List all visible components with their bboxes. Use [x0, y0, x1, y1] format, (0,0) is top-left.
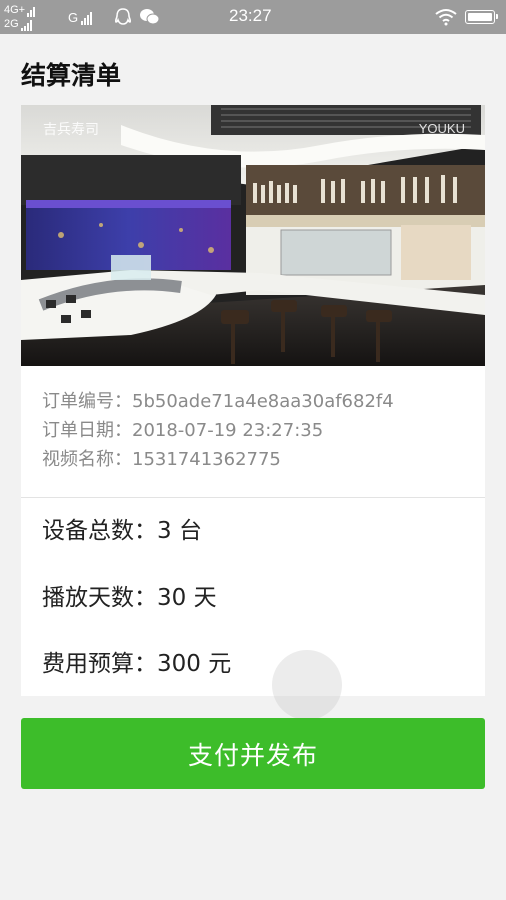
network-4g-label: 4G+ [4, 4, 26, 16]
page-title: 结算清单 [21, 61, 122, 90]
signal-icon [20, 20, 32, 31]
restaurant-scene-image [21, 105, 485, 366]
restaurant-logo: 吉兵寿司 [43, 122, 99, 138]
order-number: 订单编号：5b50ade71a4e8aa30af682f4 [42, 391, 394, 412]
touch-indicator [272, 650, 342, 720]
video-watermark: YOUKU [418, 121, 465, 136]
network-2g-label: 2G [4, 18, 19, 30]
wechat-icon [139, 7, 161, 31]
network-g-label: G [68, 10, 79, 25]
budget: 费用预算：300 元 [42, 651, 232, 677]
qq-icon [114, 7, 132, 31]
network-g-indicator: G [68, 10, 93, 25]
signal-icon [81, 12, 93, 25]
network-indicator: 4G+ 2G [4, 3, 36, 31]
order-summary-card: 设备总数：3 台 播放天数：30 天 费用预算：300 元 [21, 498, 485, 696]
order-date: 订单日期：2018-07-19 23:27:35 [42, 420, 324, 441]
pay-and-publish-button[interactable]: 支付并发布 [21, 718, 485, 789]
status-time: 23:27 [229, 6, 272, 25]
play-days: 播放天数：30 天 [42, 585, 217, 611]
order-info-card: 订单编号：5b50ade71a4e8aa30af682f4 订单日期：2018-… [21, 366, 485, 498]
wifi-icon [435, 8, 457, 30]
video-name: 视频名称：1531741362775 [42, 449, 281, 470]
battery-icon [465, 10, 498, 24]
signal-icon [27, 6, 36, 17]
status-bar: 4G+ 2G G 23:27 [0, 0, 506, 34]
video-thumbnail[interactable]: 吉兵寿司 YOUKU [21, 105, 485, 366]
device-count: 设备总数：3 台 [42, 518, 202, 544]
